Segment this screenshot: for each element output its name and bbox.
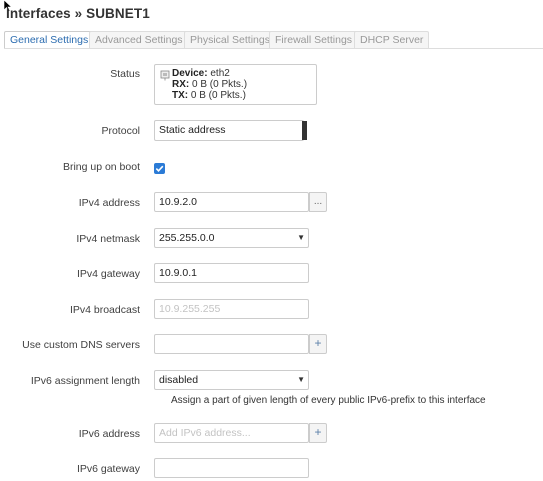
ipv4-address-input[interactable]: 10.9.2.0 xyxy=(154,192,309,212)
ipv4-netmask-value: 255.255.0.0 xyxy=(159,232,215,244)
dns-input[interactable] xyxy=(154,334,309,354)
tab-general-settings[interactable]: General Settings xyxy=(4,31,95,49)
ipv6-address-add-button[interactable]: + xyxy=(309,423,327,443)
ipv6-gateway-label: IPv6 gateway xyxy=(76,463,140,475)
ipv4-gateway-label: IPv4 gateway xyxy=(76,268,140,280)
ipv6-assign-help: Assign a part of given length of every p… xyxy=(171,395,486,406)
status-rx-key: RX: xyxy=(172,79,190,90)
network-port-icon xyxy=(160,70,170,81)
dns-add-button[interactable]: + xyxy=(309,334,327,354)
ipv6-assign-value: disabled xyxy=(159,374,199,386)
ipv4-address-more-button[interactable]: ... xyxy=(309,192,327,212)
status-tx-value: 0 B (0 Pkts.) xyxy=(190,90,246,101)
ipv4-netmask-select[interactable]: 255.255.0.0 ▼ xyxy=(154,228,309,248)
boot-checkbox[interactable] xyxy=(154,163,165,174)
protocol-select-handle[interactable] xyxy=(302,121,307,140)
tab-advanced-settings[interactable]: Advanced Settings xyxy=(89,31,189,48)
protocol-label: Protocol xyxy=(101,125,140,137)
tab-physical-settings[interactable]: Physical Settings xyxy=(184,31,276,48)
tab-dhcp-server[interactable]: DHCP Server xyxy=(354,31,430,48)
status-box: Device: eth2 RX: 0 B (0 Pkts.) TX: 0 B (… xyxy=(154,64,317,105)
status-label: Status xyxy=(110,68,140,80)
ipv4-address-label: IPv4 address xyxy=(78,197,140,209)
ipv4-gateway-input[interactable]: 10.9.0.1 xyxy=(154,263,309,283)
ipv4-broadcast-label: IPv4 broadcast xyxy=(69,304,140,316)
chevron-down-icon: ▼ xyxy=(297,233,305,242)
tab-divider xyxy=(4,48,543,49)
boot-label: Bring up on boot xyxy=(62,161,140,173)
status-rx-value: 0 B (0 Pkts.) xyxy=(192,79,248,90)
status-tx-key: TX: xyxy=(172,90,189,101)
ipv4-broadcast-input[interactable]: 10.9.255.255 xyxy=(154,299,309,319)
ipv6-gateway-input[interactable] xyxy=(154,458,309,478)
ipv6-address-input[interactable]: Add IPv6 address... xyxy=(154,423,309,443)
ipv4-netmask-label: IPv4 netmask xyxy=(76,233,140,245)
checkmark-icon xyxy=(155,165,164,172)
chevron-down-icon: ▼ xyxy=(297,375,305,384)
status-device-value: eth2 xyxy=(210,68,230,79)
tab-firewall-settings[interactable]: Firewall Settings xyxy=(269,31,359,48)
dns-label: Use custom DNS servers xyxy=(22,339,140,351)
ipv6-assign-select[interactable]: disabled ▼ xyxy=(154,370,309,390)
protocol-select[interactable]: Static address xyxy=(154,120,304,141)
ipv6-assign-label: IPv6 assignment length xyxy=(30,375,140,387)
status-device-key: Device: xyxy=(172,68,208,79)
page-title: Interfaces » SUBNET1 xyxy=(6,6,150,21)
ipv6-address-label: IPv6 address xyxy=(78,428,140,440)
